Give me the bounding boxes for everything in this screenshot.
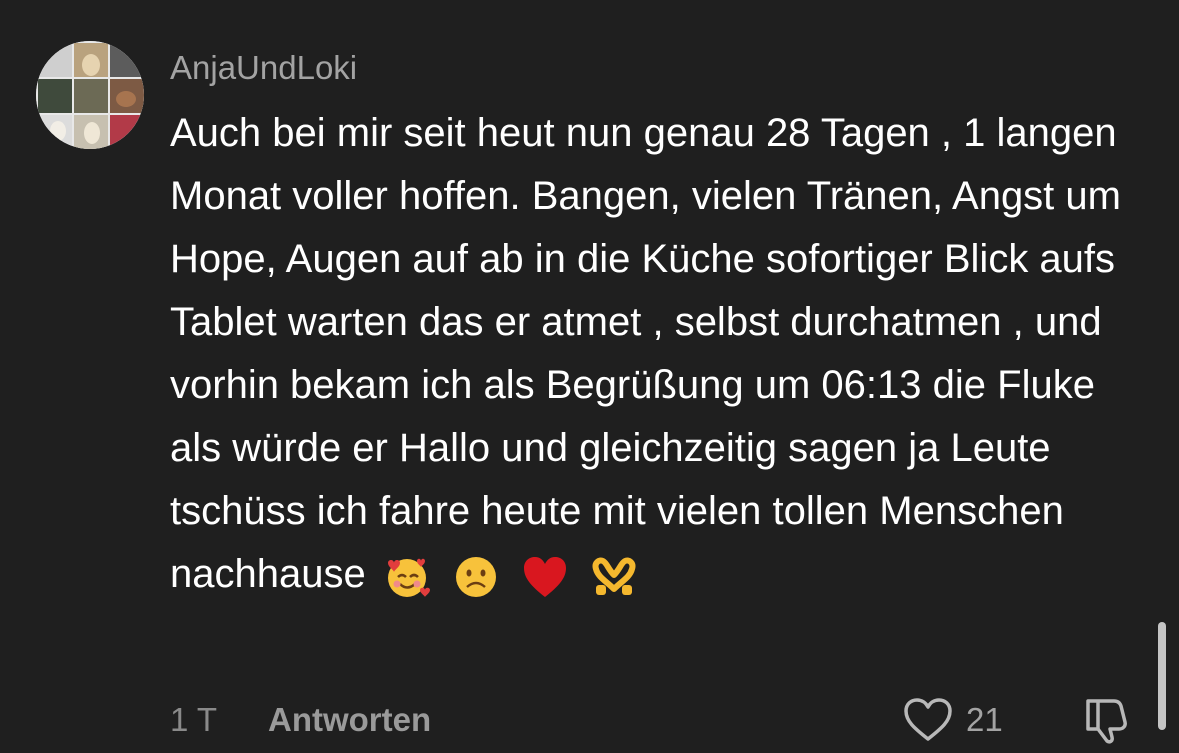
frowning-face-icon [455,557,496,597]
comment-username[interactable]: AnjaUndLoki [170,48,357,88]
heart-hands-icon [592,557,636,595]
comment-timestamp: 1 T [170,701,218,738]
like-button[interactable] [902,697,954,743]
avatar[interactable] [36,41,144,149]
comment-body: Auch bei mir seit heut nun genau 28 Tage… [170,102,1150,606]
smiling-face-with-hearts-icon [387,558,430,597]
reply-button[interactable]: Antworten [268,700,431,740]
heart-outline-icon [904,698,952,741]
comment-text: Auch bei mir seit heut nun genau 28 Tage… [170,111,1121,596]
red-heart-icon [524,557,567,597]
scrollbar[interactable] [1158,622,1166,730]
avatar-collage-image [36,41,144,149]
comment-emojis [383,553,648,601]
thumbs-down-icon [1086,699,1127,744]
dislike-button[interactable] [1082,695,1134,745]
like-count: 21 [966,701,1003,738]
